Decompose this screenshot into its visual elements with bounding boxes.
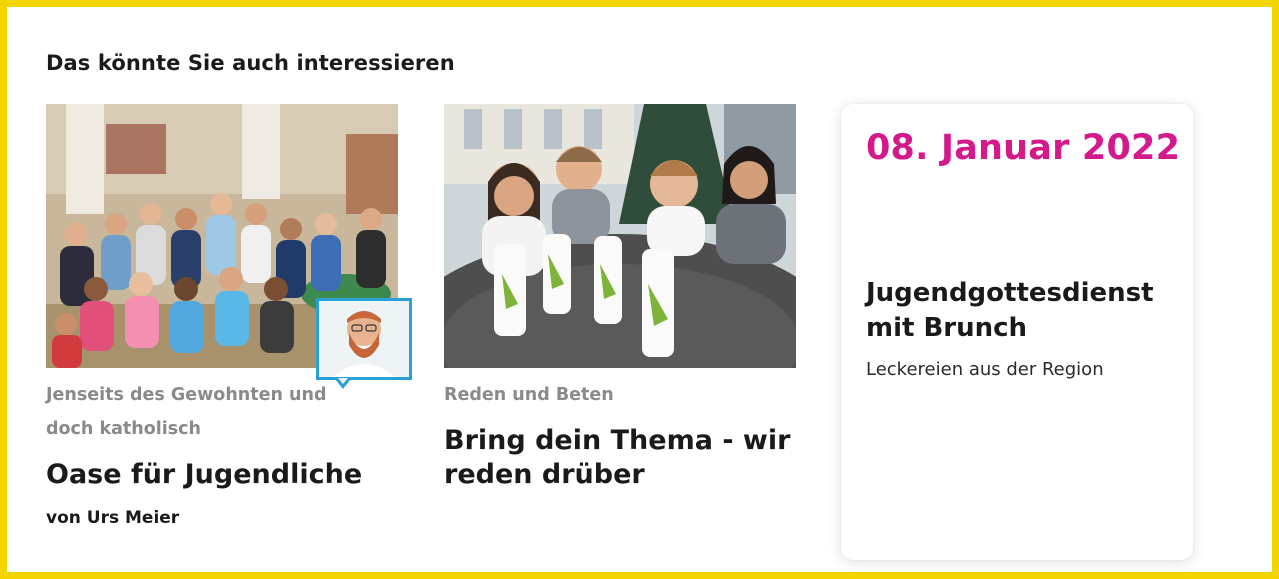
article-byline: von Urs Meier xyxy=(46,508,180,528)
frame: Das könnte Sie auch interessieren Jensei… xyxy=(0,0,1279,579)
event-card[interactable]: 08. Januar 2022 Jugendgottesdienst mit B… xyxy=(841,104,1193,560)
article-kicker[interactable]: Reden und Beten xyxy=(444,378,764,412)
event-title[interactable]: Jugendgottesdienst mit Brunch xyxy=(866,276,1176,346)
event-subtitle: Leckereien aus der Region xyxy=(866,359,1104,380)
article-headline[interactable]: Oase für Jugendliche xyxy=(46,458,406,492)
article-kicker[interactable]: Jenseits des Gewohnten und doch katholis… xyxy=(46,378,346,446)
article-headline[interactable]: Bring dein Thema - wir reden drüber xyxy=(444,424,796,492)
section-title: Das könnte Sie auch interessieren xyxy=(46,51,455,75)
event-date: 08. Januar 2022 xyxy=(866,128,1181,168)
article-card-oase[interactable]: Jenseits des Gewohnten und doch katholis… xyxy=(46,104,416,544)
candles-photo[interactable] xyxy=(444,104,796,368)
author-avatar[interactable] xyxy=(316,298,412,380)
article-card-thema[interactable]: Reden und Beten Bring dein Thema - wir r… xyxy=(444,104,796,524)
